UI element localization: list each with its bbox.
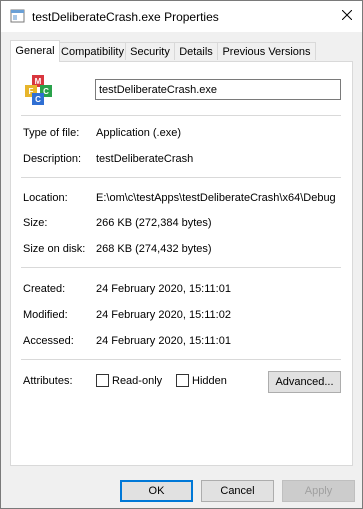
hidden-label[interactable]: Hidden <box>192 375 227 387</box>
exe-file-icon: M F C C <box>22 73 55 106</box>
apply-button[interactable]: Apply <box>282 480 355 502</box>
tab-details[interactable]: Details <box>174 42 218 60</box>
type-value: Application (.exe) <box>96 127 181 139</box>
created-label: Created: <box>23 283 66 295</box>
size-on-disk-label: Size on disk: <box>23 243 86 255</box>
properties-window: testDeliberateCrash.exe Properties Gener… <box>0 0 363 509</box>
close-icon <box>341 9 353 23</box>
created-value: 24 February 2020, 15:11:01 <box>96 283 231 295</box>
type-label: Type of file: <box>23 127 80 139</box>
app-icon <box>10 9 25 23</box>
description-label: Description: <box>23 153 82 165</box>
ok-button[interactable]: OK <box>120 480 193 502</box>
svg-text:C: C <box>35 95 41 104</box>
location-label: Location: <box>23 192 68 204</box>
general-tab-panel <box>10 61 353 466</box>
readonly-label[interactable]: Read-only <box>112 375 162 387</box>
modified-value: 24 February 2020, 15:11:02 <box>96 309 231 321</box>
size-on-disk-value: 268 KB (274,432 bytes) <box>96 243 212 255</box>
separator <box>21 115 341 116</box>
close-button[interactable] <box>332 1 362 32</box>
readonly-checkbox[interactable] <box>96 374 109 387</box>
location-value: E:\om\c\testApps\testDeliberateCrash\x64… <box>96 192 336 204</box>
tab-previous-versions[interactable]: Previous Versions <box>217 42 316 60</box>
separator <box>21 267 341 268</box>
window-title: testDeliberateCrash.exe Properties <box>32 10 219 24</box>
cancel-button[interactable]: Cancel <box>201 480 274 502</box>
file-name-field[interactable] <box>95 79 341 100</box>
size-value: 266 KB (272,384 bytes) <box>96 217 212 229</box>
separator <box>21 177 341 178</box>
tab-compatibility[interactable]: Compatibility <box>59 42 126 60</box>
accessed-value: 24 February 2020, 15:11:01 <box>96 335 231 347</box>
description-value: testDeliberateCrash <box>96 153 194 165</box>
modified-label: Modified: <box>23 309 68 321</box>
attributes-label: Attributes: <box>23 375 73 387</box>
advanced-button[interactable]: Advanced... <box>268 371 341 393</box>
svg-text:C: C <box>43 87 49 96</box>
hidden-checkbox[interactable] <box>176 374 189 387</box>
tab-general[interactable]: General <box>10 40 60 62</box>
accessed-label: Accessed: <box>23 335 74 347</box>
tab-security[interactable]: Security <box>125 42 175 60</box>
svg-text:M: M <box>35 77 42 86</box>
title-bar[interactable]: testDeliberateCrash.exe Properties <box>1 1 362 32</box>
size-label: Size: <box>23 217 48 229</box>
separator <box>21 359 341 360</box>
